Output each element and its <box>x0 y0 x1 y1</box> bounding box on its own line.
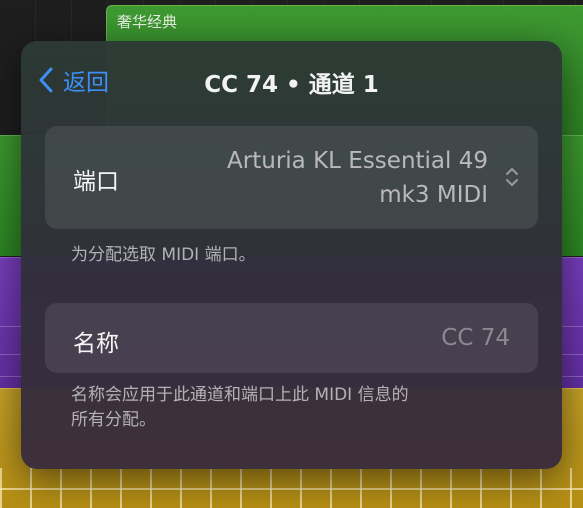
port-label: 端口 <box>73 169 119 195</box>
waveform-baseline <box>0 488 583 490</box>
name-hint: 名称会应用于此通道和端口上此 MIDI 信息的 所有分配。 <box>71 383 501 433</box>
back-label: 返回 <box>63 70 109 96</box>
port-value: Arturia KL Essential 49 mk3 MIDI <box>227 144 488 212</box>
controller-assignment-popover: 返回 CC 74 • 通道 1 端口 Arturia KL Essential … <box>21 41 562 469</box>
port-selector[interactable]: 端口 Arturia KL Essential 49 mk3 MIDI <box>45 126 538 229</box>
chevron-up-down-icon <box>506 168 518 186</box>
back-button[interactable]: 返回 <box>39 63 109 97</box>
popover-nav-bar: 返回 CC 74 • 通道 1 <box>21 41 562 121</box>
name-input[interactable] <box>248 319 512 357</box>
chevron-left-icon <box>39 67 53 93</box>
port-value-line2: mk3 MIDI <box>379 182 488 208</box>
port-hint: 为分配选取 MIDI 端口。 <box>71 245 256 265</box>
port-value-line1: Arturia KL Essential 49 <box>227 148 488 174</box>
region-title: 奢华经典 <box>117 13 178 31</box>
app-window: 奢华经典 返回 CC 74 • 通道 1 端口 Arturia KL Essen… <box>0 0 583 508</box>
name-hint-line2: 所有分配。 <box>71 410 156 430</box>
name-label: 名称 <box>73 331 119 357</box>
name-hint-line1: 名称会应用于此通道和端口上此 MIDI 信息的 <box>71 385 409 405</box>
name-field-row: 名称 <box>45 303 538 373</box>
